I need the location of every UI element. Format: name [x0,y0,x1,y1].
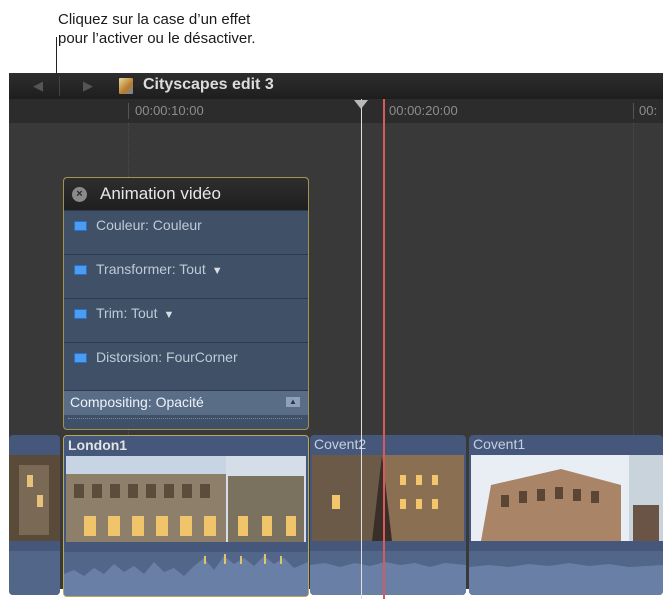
clip-thumbnail-image [471,455,663,541]
effect-label: Couleur: Couleur [96,217,202,233]
panel-title: Animation vidéo [100,184,221,203]
ruler-tick-line [128,103,129,119]
clip-thumbnails [312,455,464,541]
clip-thumbnails [66,456,306,542]
audio-waveform [9,551,60,595]
callout-line-2: pour l’activer ou le désactiver. [58,30,256,47]
effect-checkbox[interactable] [74,353,87,363]
ruler-tick-line [633,103,634,119]
compositing-bar[interactable]: Compositing: Opacité ▲ [64,390,308,415]
clip-name: London1 [68,437,128,453]
audio-waveform [469,551,663,595]
audio-waveform [310,551,466,595]
clip-thumbnails [9,455,60,541]
playhead[interactable] [361,99,362,599]
ruler-tick-label: 00: [639,103,658,118]
timecode-ruler[interactable]: 00:00:10:00 00:00:20:00 00: [9,99,663,124]
clip-covent1[interactable]: Covent1 [469,435,663,595]
waveform-shape [310,562,466,595]
clip-thumbnail-image [312,455,464,541]
effect-label: Transformer: Tout ▼ [96,261,223,277]
effect-label-text: Transformer: Tout [96,261,206,277]
effect-row-couleur[interactable]: Couleur: Couleur [64,210,308,255]
clip-thumbnails [471,455,663,541]
forward-arrow-icon[interactable]: ▶ [73,77,103,95]
effect-checkbox[interactable] [74,265,87,275]
audio-waveform [64,552,308,596]
close-icon[interactable]: × [72,187,87,202]
keyframe-line [68,418,302,419]
timeline-titlebar: ◀ ▶ Cityscapes edit 3 [9,73,663,99]
effect-checkbox[interactable] [74,309,87,319]
ruler-tick-label: 00:00:20:00 [389,103,458,118]
project-title[interactable]: Cityscapes edit 3 [143,76,274,94]
grid-guide [633,123,635,453]
skimmer-line[interactable] [383,99,385,599]
effect-label-text: Trim: Tout [96,305,158,321]
clip-previous[interactable] [9,435,60,595]
ruler-tick-label: 00:00:10:00 [135,103,204,118]
timeline-area[interactable]: London1 Covent2 Covent1 × Animation vidé… [9,123,663,597]
compositing-label: Compositing: Opacité [70,394,204,410]
effect-row-transformer[interactable]: Transformer: Tout ▼ [64,254,308,299]
chevron-down-icon[interactable]: ▼ [163,309,174,321]
waveform-shape [64,554,308,596]
callout-text: Cliquez sur la case d’un effet pour l’ac… [58,10,358,48]
project-icon [119,78,133,94]
playhead-handle-icon[interactable] [354,100,368,109]
clip-name: Covent1 [473,436,526,452]
effect-label: Distorsion: FourCorner [96,349,238,365]
waveform-shape [469,563,663,595]
collapse-toggle-icon[interactable]: ▲ [286,397,300,407]
callout-line-1: Cliquez sur la case d’un effet [58,11,251,28]
clip-london1[interactable]: London1 [63,435,309,597]
effect-label: Trim: Tout ▼ [96,305,174,321]
clip-name: Covent2 [314,436,367,452]
clip-thumbnail-image [66,456,306,542]
clip-covent2[interactable]: Covent2 [310,435,466,595]
back-arrow-icon[interactable]: ◀ [23,77,53,95]
nav-divider [59,76,60,96]
effect-row-trim[interactable]: Trim: Tout ▼ [64,298,308,343]
effect-row-distorsion[interactable]: Distorsion: FourCorner [64,342,308,387]
chevron-down-icon[interactable]: ▼ [212,265,223,277]
clip-thumbnail-image [9,455,60,541]
effect-checkbox[interactable] [74,221,87,231]
final-cut-timeline-window: ◀ ▶ Cityscapes edit 3 00:00:10:00 00:00:… [9,73,663,599]
panel-header: × Animation vidéo [64,178,308,210]
video-animation-panel: × Animation vidéo Couleur: Couleur Trans… [63,177,309,430]
